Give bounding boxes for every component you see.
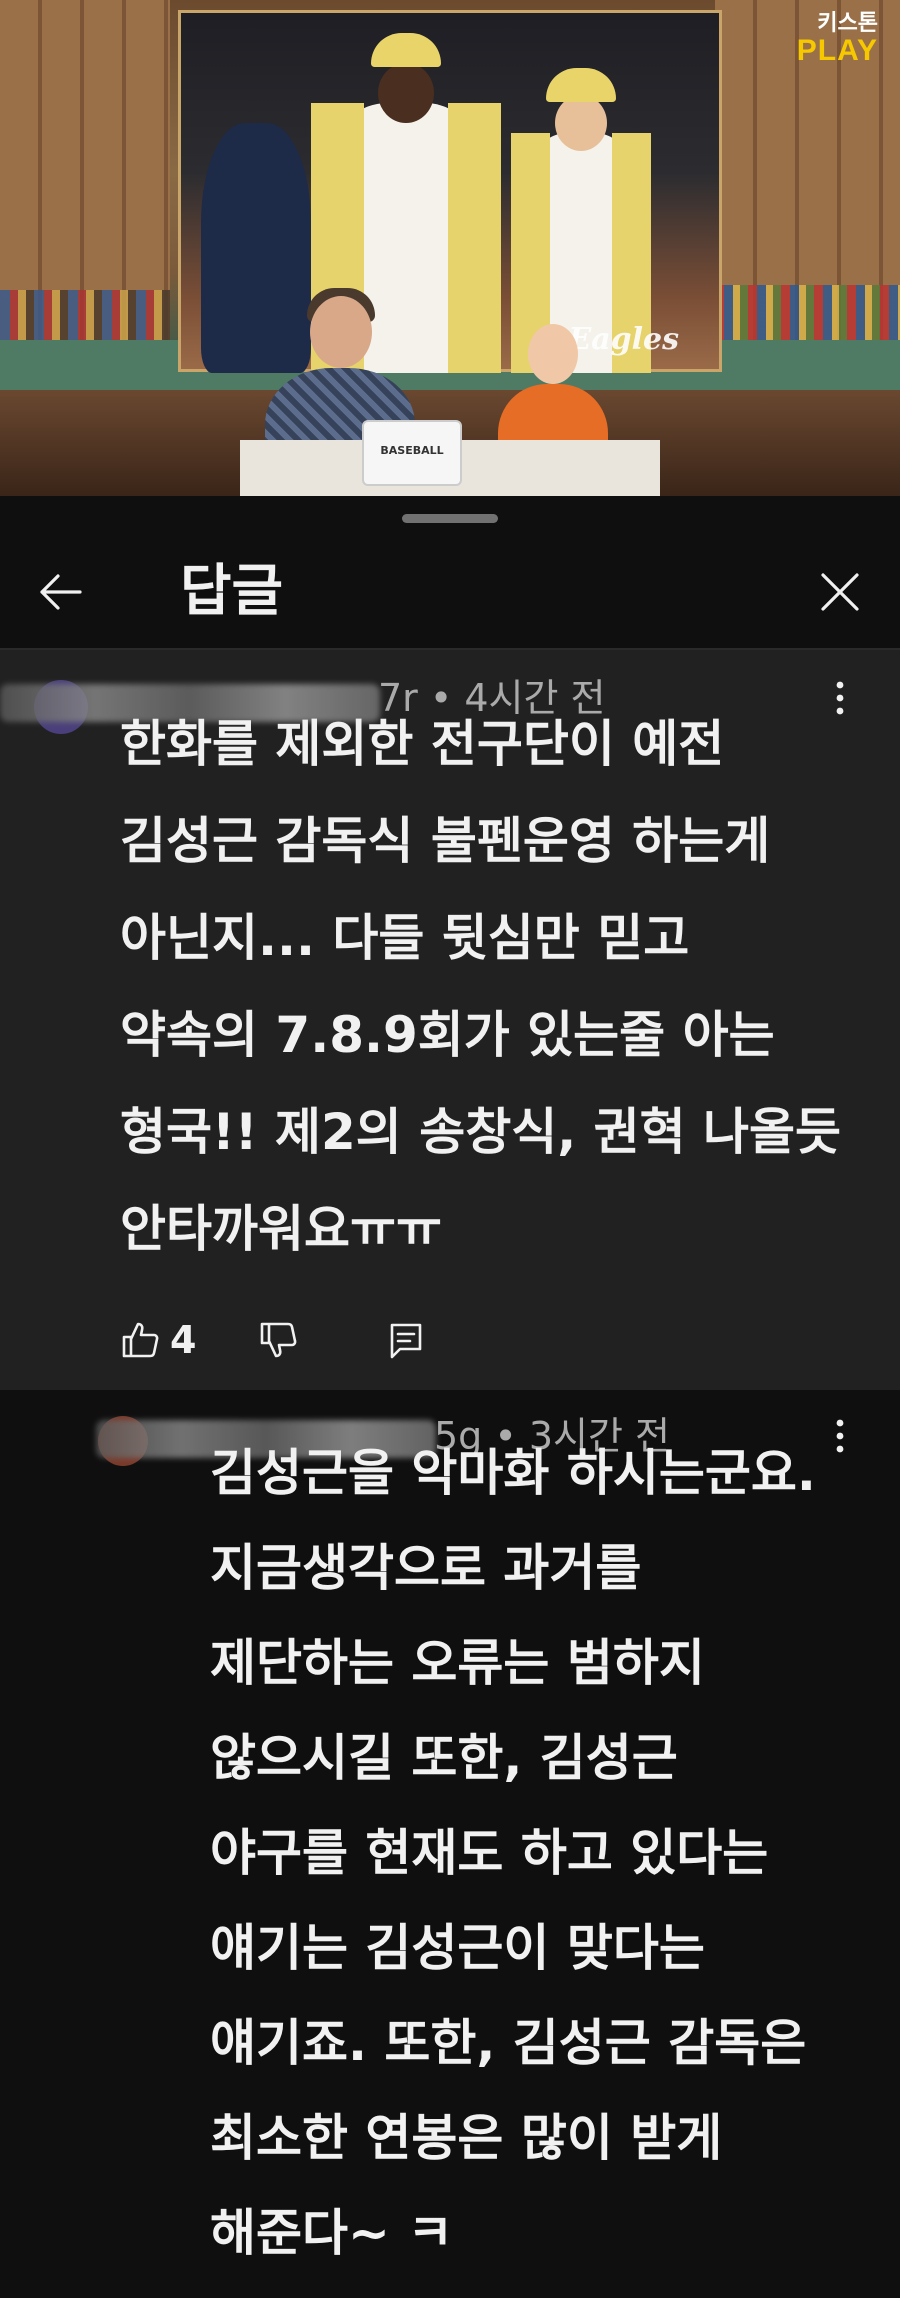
- panel-header: 답글: [0, 536, 900, 648]
- panel-title: 답글: [180, 559, 284, 624]
- dislike-button[interactable]: [258, 1310, 298, 1370]
- arrow-left-icon: [40, 574, 82, 610]
- channel-logo-line2: PLAY: [796, 34, 878, 67]
- like-button[interactable]: 4: [120, 1310, 196, 1370]
- reply-button[interactable]: [386, 1310, 426, 1370]
- comment-text: 김성근을 악마화 하시는군요. 지금생각으로 과거를 제단하는 오류는 범하지 …: [210, 1444, 816, 2262]
- player-left: [201, 123, 311, 373]
- comment-icon: [390, 1323, 422, 1359]
- laptop: BASEBALL: [362, 420, 462, 486]
- laptop-label: BASEBALL: [380, 444, 444, 457]
- close-icon: [821, 573, 859, 611]
- back-button[interactable]: [20, 552, 100, 632]
- more-vert-icon: [836, 1419, 844, 1453]
- channel-logo-line1: 키스톤: [817, 10, 878, 35]
- bookshelf-right: [715, 285, 900, 345]
- drag-handle[interactable]: [402, 514, 498, 523]
- replies-panel: 답글 7r • 4시간 전 한화를 제외한 전구단이 예전 김성근 감독식 불펜…: [0, 496, 900, 2298]
- parent-comment: 7r • 4시간 전 한화를 제외한 전구단이 예전 김성근 감독식 불펜운영 …: [0, 650, 900, 1390]
- eagles-watermark: Eagles: [568, 322, 679, 357]
- like-count: 4: [170, 1318, 197, 1362]
- close-button[interactable]: [800, 552, 880, 632]
- thumbs-up-icon: [122, 1322, 159, 1358]
- comment-text: 한화를 제외한 전구단이 예전 김성근 감독식 불펜운영 하는게 아닌지... …: [120, 715, 842, 1258]
- channel-logo: 키스톤 PLAY: [797, 10, 878, 66]
- baseball-photo: Eagles: [178, 10, 722, 373]
- studio-wall-left: [0, 0, 170, 340]
- video-player[interactable]: Eagles BASEBALL 키스톤 PLAY: [0, 0, 900, 496]
- more-options-button[interactable]: [820, 1406, 860, 1466]
- reply-comment: 5g • 3시간 전 김성근을 악마화 하시는군요. 지금생각으로 과거를 제단…: [0, 1390, 900, 2298]
- thumbs-down-icon: [260, 1322, 297, 1358]
